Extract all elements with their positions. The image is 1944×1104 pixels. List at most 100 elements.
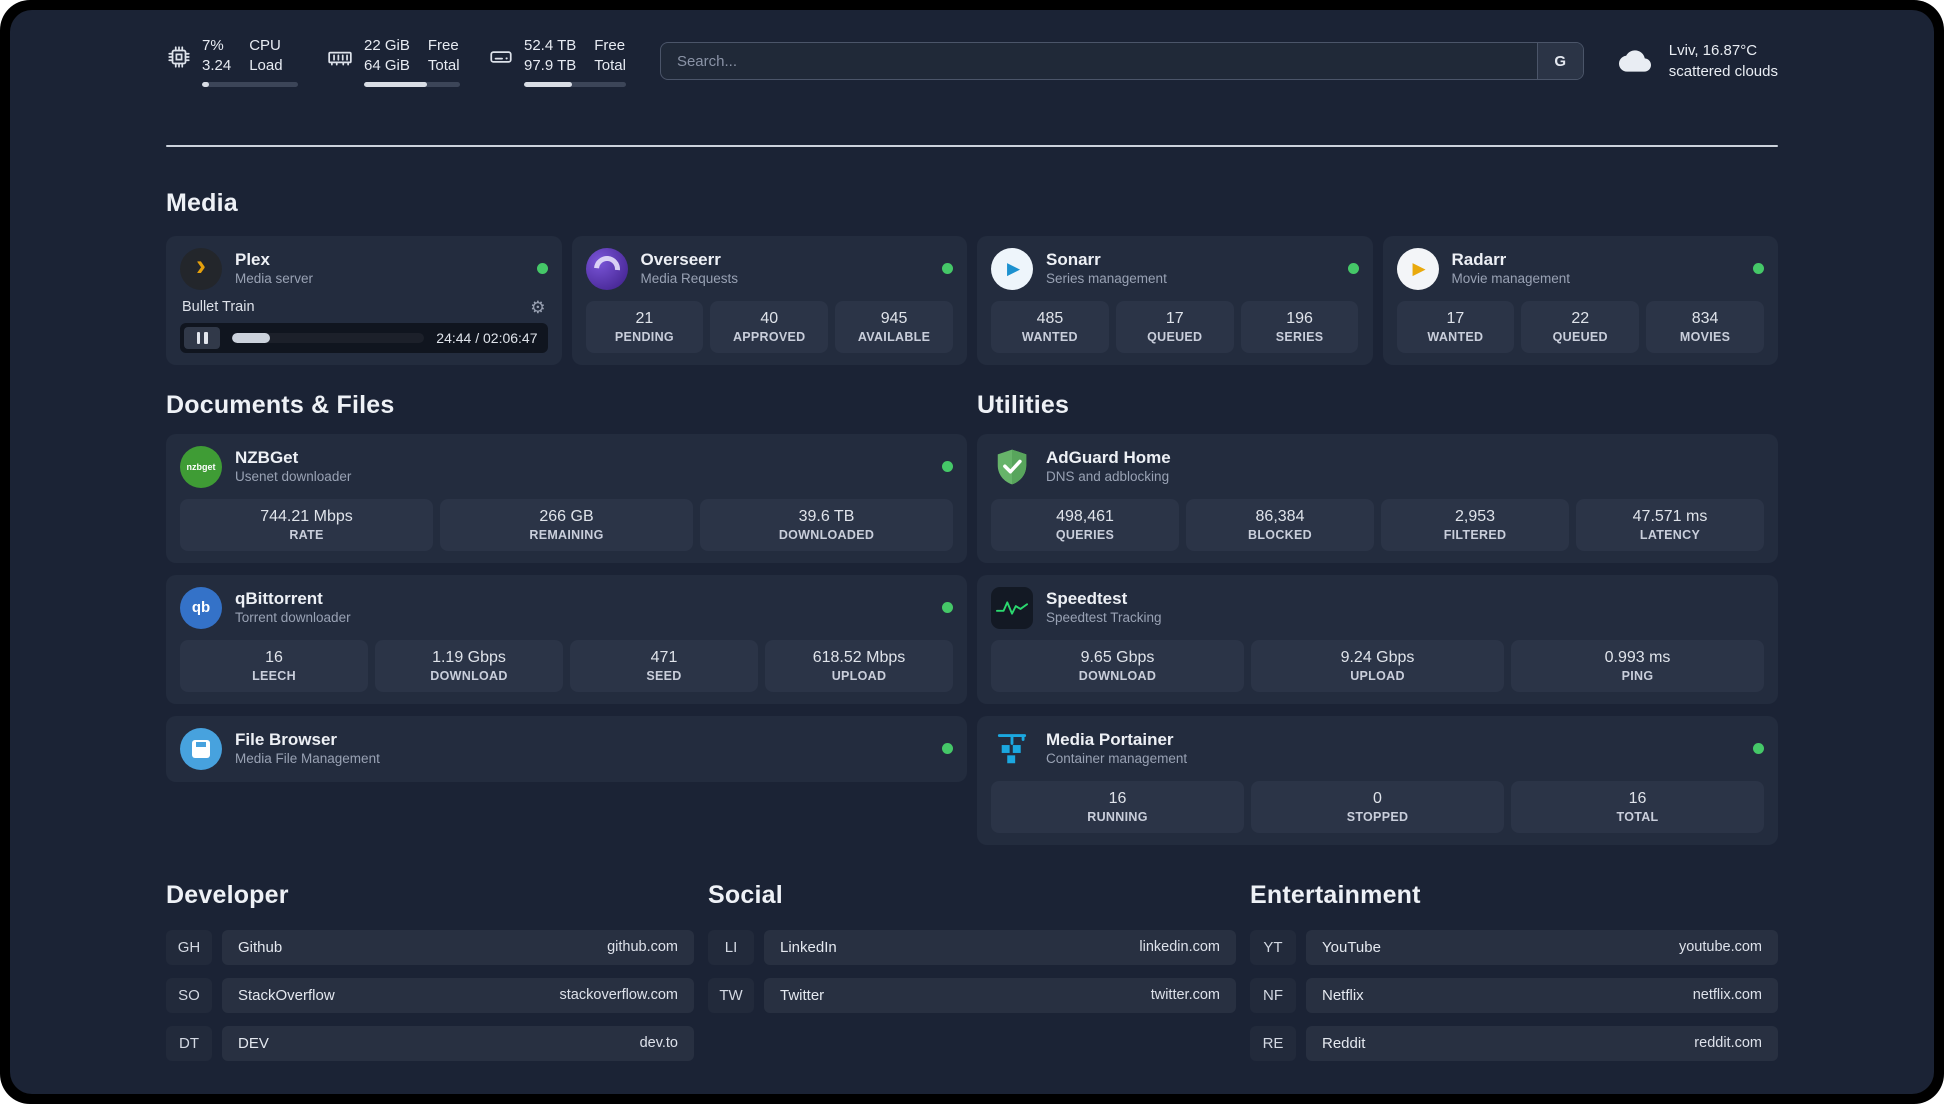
stat-value: 0 [1373,789,1382,807]
stat-label: WANTED [1021,329,1078,344]
app-card-plex[interactable]: › Plex Media server Bullet Train ⚙ 24:44… [166,235,562,365]
dashboard: 7% 3.24 CPU Load 22 GiB 64 GiB Free Tota… [10,10,1934,1094]
stat-value: 9.65 Gbps [1080,648,1155,666]
gear-icon[interactable]: ⚙ [530,299,545,316]
section-social: Social LI LinkedIn linkedin.com TW Twitt… [708,881,1236,1061]
stat-label: QUERIES [1055,527,1115,542]
stat-label: RUNNING [1087,809,1148,824]
stat-value: 1.19 Gbps [432,648,506,666]
bookmark-youtube[interactable]: YT YouTube youtube.com [1250,929,1778,965]
cpu-percent: 7% [202,37,224,54]
disk-total-label: Total [594,56,626,74]
app-description: Torrent downloader [235,610,351,626]
stat-tile: 618.52 Mbps UPLOAD [765,639,953,692]
status-dot [942,602,953,614]
bookmark-name: DEV [238,1034,269,1052]
bookmark-reddit[interactable]: RE Reddit reddit.com [1250,1025,1778,1061]
bookmark-github[interactable]: GH Github github.com [166,929,694,965]
section-title-entertainment: Entertainment [1250,880,1421,909]
section-developer: Developer GH Github github.com SO StackO… [166,881,694,1061]
topbar: 7% 3.24 CPU Load 22 GiB 64 GiB Free Tota… [166,10,1778,87]
sonarr-glyph: ▶ [1006,258,1021,278]
app-card-filebrowser[interactable]: File Browser Media File Management [166,715,967,782]
stat-label: WANTED [1427,329,1484,344]
stat-value: 471 [650,648,678,666]
weather-widget: Lviv, 16.87°C scattered clouds [1614,40,1778,82]
disk-icon [490,51,512,63]
bookmark-pill: Github github.com [222,929,694,965]
search-provider-button[interactable]: G [1536,43,1583,80]
now-playing-title: Bullet Train [182,299,255,316]
bookmark-url: linkedin.com [1139,939,1220,956]
stat-tile: 0.993 ms PING [1511,639,1764,692]
bookmark-netflix[interactable]: NF Netflix netflix.com [1250,977,1778,1013]
app-card-overseerr[interactable]: Overseerr Media Requests 21 PENDING 40 A… [571,235,967,365]
stat-tile: 471 SEED [570,639,758,692]
disk-free-label: Free [594,37,626,54]
pause-button[interactable] [184,326,220,349]
stat-label: BLOCKED [1248,527,1312,542]
section-entertainment: Entertainment YT YouTube youtube.com NF … [1250,881,1778,1061]
bookmark-linkedin[interactable]: LI LinkedIn linkedin.com [708,929,1236,965]
section-title-developer: Developer [166,880,289,909]
stat-tile: 2,953 FILTERED [1381,498,1569,551]
app-card-nzbget[interactable]: nzbget NZBGet Usenet downloader 744.21 M… [166,433,967,563]
stat-label: APPROVED [732,329,806,344]
stat-tile: 16 LEECH [180,639,368,692]
search-input[interactable] [659,42,1584,81]
bookmark-abbr: GH [166,929,212,965]
stat-value: 945 [880,309,908,327]
stat-label: PING [1621,668,1654,683]
bookmark-name: YouTube [1322,938,1381,956]
status-dot [1753,743,1764,755]
section-utilities: Utilities AdGuard Home DNS and adblockin… [977,391,1778,845]
app-card-portainer[interactable]: Media Portainer Container management 16 … [977,715,1778,845]
bookmark-url: stackoverflow.com [559,987,678,1004]
stat-tile: 86,384 BLOCKED [1186,498,1374,551]
app-name: Overseerr [640,250,721,270]
stat-tile: 47.571 ms LATENCY [1576,498,1764,551]
bookmark-pill: LinkedIn linkedin.com [764,929,1236,965]
cloud-icon [1618,50,1651,72]
ram-monitor: 22 GiB 64 GiB Free Total [326,36,460,87]
bookmark-name: Twitter [780,986,825,1004]
stat-value: 485 [1036,309,1064,327]
plex-glyph: › [196,249,206,283]
section-title-utilities: Utilities [977,390,1070,419]
app-card-adguard-home[interactable]: AdGuard Home DNS and adblocking 498,461 … [977,433,1778,563]
bookmark-twitter[interactable]: TW Twitter twitter.com [708,977,1236,1013]
app-name: Media Portainer [1046,730,1174,750]
search-bar: G [659,42,1584,81]
bookmark-abbr: DT [166,1025,212,1061]
cpu-monitor: 7% 3.24 CPU Load [166,36,298,87]
stat-tile: 266 GB REMAINING [440,498,693,551]
app-description: Container management [1046,751,1188,767]
stat-label: UPLOAD [1350,668,1405,683]
cpu-load-label: Load [249,56,283,74]
speedtest-icon [991,586,1033,629]
stat-tile: 485 WANTED [991,300,1109,353]
app-card-qbittorrent[interactable]: qb qBittorrent Torrent downloader 16 LEE… [166,574,967,704]
disk-total-value: 97.9 TB [524,56,577,74]
app-card-speedtest[interactable]: Speedtest Speedtest Tracking 9.65 Gbps D… [977,574,1778,704]
bookmark-abbr: LI [708,929,754,965]
player-progress-strip[interactable]: 24:44 / 02:06:47 [180,322,548,353]
stat-label: LATENCY [1639,527,1701,542]
stat-value: 744.21 Mbps [260,507,353,525]
section-media: Media › Plex Media server Bullet Train ⚙ [166,189,1778,365]
bookmark-stackoverflow[interactable]: SO StackOverflow stackoverflow.com [166,977,694,1013]
bookmark-dev[interactable]: DT DEV dev.to [166,1025,694,1061]
stat-label: AVAILABLE [857,329,931,344]
status-dot [942,743,953,755]
bookmark-abbr: RE [1250,1025,1296,1061]
app-card-sonarr[interactable]: ▶ Sonarr Series management 485 WANTED 17… [977,235,1373,365]
status-dot [942,263,953,275]
bookmark-url: dev.to [639,1035,678,1052]
app-card-radarr[interactable]: ▶ Radarr Movie management 17 WANTED 22 Q… [1382,235,1778,365]
plex-icon: › [180,247,222,290]
app-description: Media File Management [235,751,380,767]
status-dot [1753,263,1764,275]
app-description: Usenet downloader [235,469,352,485]
bookmark-url: github.com [607,939,678,956]
stat-value: 618.52 Mbps [812,648,906,666]
